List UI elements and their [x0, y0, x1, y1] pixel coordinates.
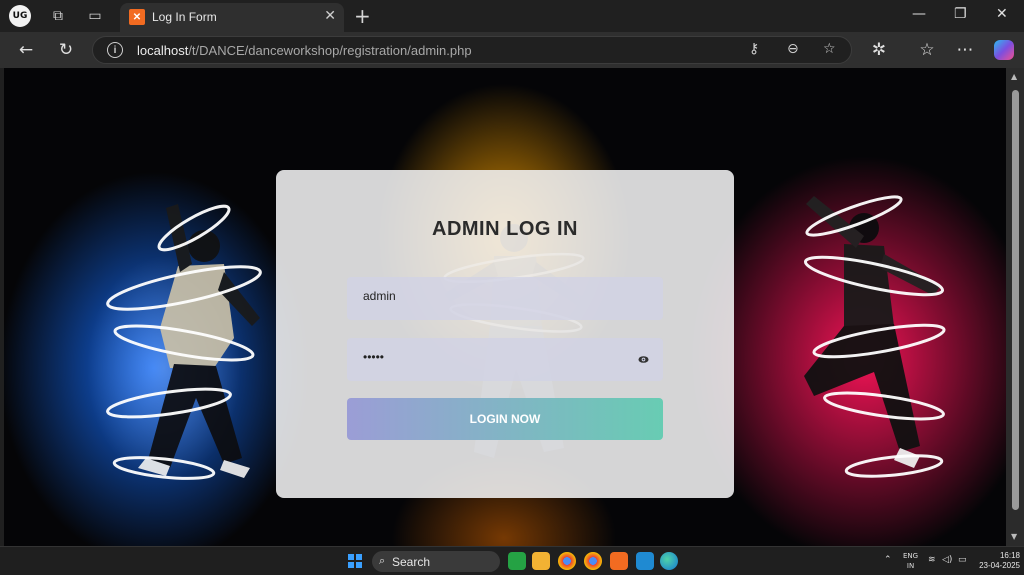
windows-start-icon[interactable] — [348, 554, 362, 568]
system-clock[interactable]: 16:18 23-04-2025 — [978, 551, 1020, 571]
new-tab-plus-icon[interactable]: + — [354, 4, 371, 28]
tab-title: Log In Form — [152, 10, 217, 24]
restore-icon[interactable]: ❐ — [954, 6, 967, 22]
minimize-icon[interactable]: — — [912, 6, 926, 22]
refresh-icon[interactable]: ↻ — [55, 39, 77, 61]
taskbar-search-label: Search — [392, 555, 431, 569]
workspaces-icon[interactable]: ⧉ — [49, 7, 67, 25]
tab-log-in-form[interactable]: ✕ Log In Form ✕ — [120, 3, 344, 32]
login-now-button[interactable]: LOGIN NOW — [347, 398, 663, 440]
clock-date: 23-04-2025 — [979, 561, 1020, 570]
clock-time: 16:18 — [999, 551, 1020, 560]
browser-tab-strip: UG ⧉ ▭ ✕ Log In Form ✕ + — ❐ ✕ — [0, 0, 1024, 32]
xampp-app-icon[interactable] — [610, 552, 628, 570]
windows-taskbar: ⌕ Search ⌃ ENG IN ≋ ◁) ▭ 16:18 23-04-2025 — [0, 546, 1024, 575]
page-title: ADMIN LOG IN — [432, 218, 578, 240]
password-field[interactable] — [347, 338, 663, 381]
username-field[interactable] — [347, 277, 663, 320]
dancer-right-image — [803, 195, 946, 478]
username-input[interactable] — [363, 289, 623, 303]
scroll-down-arrow-icon[interactable]: ▼ — [1011, 532, 1017, 541]
key-icon[interactable]: ⚷ — [749, 41, 759, 57]
volume-icon[interactable]: ◁) — [942, 555, 952, 565]
password-input[interactable] — [363, 350, 623, 364]
tray-chevron-up-icon[interactable]: ⌃ — [884, 555, 892, 565]
taskbar-search[interactable]: ⌕ Search — [372, 551, 500, 572]
address-bar[interactable]: i localhost/t/DANCE/danceworkshop/regist… — [92, 36, 852, 64]
vscode-app-icon[interactable] — [636, 552, 654, 570]
copilot-icon[interactable] — [994, 40, 1014, 60]
language-indicator[interactable]: ENG IN — [903, 551, 918, 571]
search-icon: ⌕ — [379, 554, 386, 567]
wifi-icon[interactable]: ≋ — [928, 555, 936, 565]
edge-app-icon[interactable] — [660, 552, 678, 570]
xampp-favicon-icon: ✕ — [129, 9, 145, 25]
chrome-profile-app-icon[interactable] — [584, 552, 602, 570]
battery-icon[interactable]: ▭ — [958, 555, 967, 565]
dancer-left-image — [106, 204, 262, 480]
browser-toolbar: ← ↻ i localhost/t/DANCE/danceworkshop/re… — [0, 32, 1024, 68]
chrome-app-icon[interactable] — [558, 552, 576, 570]
close-window-icon[interactable]: ✕ — [996, 6, 1008, 22]
site-info-icon[interactable]: i — [107, 42, 123, 58]
favorite-star-icon[interactable]: ☆ — [823, 41, 836, 57]
scroll-thumb[interactable] — [1012, 90, 1019, 510]
file-explorer-app-icon[interactable] — [532, 552, 550, 570]
tab-actions-icon[interactable]: ▭ — [86, 7, 104, 25]
extensions-icon[interactable]: ✲ — [868, 39, 890, 61]
whatsapp-app-icon[interactable] — [508, 552, 526, 570]
back-arrow-icon[interactable]: ← — [15, 39, 37, 61]
profile-avatar[interactable]: UG — [9, 5, 31, 27]
more-menu-icon[interactable]: ⋯ — [954, 39, 976, 61]
url-text[interactable]: localhost/t/DANCE/danceworkshop/registra… — [137, 43, 472, 58]
show-password-eye-icon[interactable] — [638, 354, 649, 365]
close-tab-icon[interactable]: ✕ — [324, 8, 336, 24]
favorites-icon[interactable]: ☆ — [916, 39, 938, 61]
page-background: ADMIN LOG IN LOGIN NOW — [4, 68, 1006, 546]
login-card: ADMIN LOG IN LOGIN NOW — [276, 170, 734, 498]
page-scrollbar[interactable]: ▲ ▼ — [1006, 68, 1024, 546]
zoom-icon[interactable]: ⊖ — [787, 41, 799, 57]
scroll-up-arrow-icon[interactable]: ▲ — [1011, 72, 1017, 81]
